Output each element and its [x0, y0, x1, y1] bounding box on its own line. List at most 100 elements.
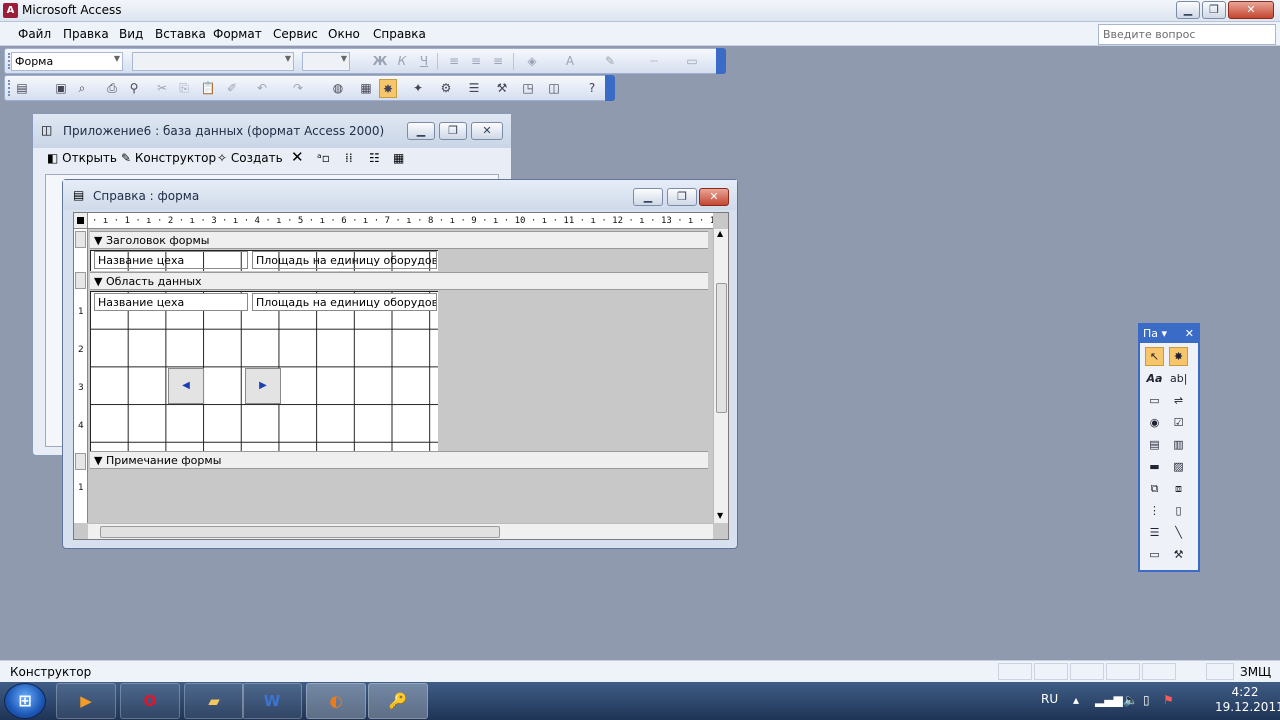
detail-section-selector[interactable]: [75, 272, 86, 289]
align-right-icon[interactable]: ≡: [489, 52, 507, 71]
rectangle-tool-icon[interactable]: ▭: [1145, 545, 1164, 564]
horizontal-ruler[interactable]: · ı · 1 · ı · 2 · ı · 3 · ı · 4 · ı · 5 …: [88, 213, 713, 229]
cut-icon[interactable]: ✂: [153, 79, 171, 98]
taskbar-access-icon[interactable]: 🔑: [368, 683, 428, 719]
menu-insert[interactable]: Вставка: [155, 27, 206, 41]
show-hidden-icons-icon[interactable]: ▴: [1073, 693, 1079, 707]
control-wizards-icon[interactable]: ✸: [1169, 347, 1188, 366]
language-indicator[interactable]: RU: [1041, 692, 1058, 706]
tab-control-icon[interactable]: ▯: [1169, 501, 1188, 520]
taskbar-media-player-icon[interactable]: ▶: [56, 683, 116, 719]
taskbar-firefox-icon[interactable]: ◐: [306, 683, 366, 719]
db-minimize-button[interactable]: ▁: [407, 122, 435, 140]
restore-button[interactable]: ❐: [1202, 1, 1226, 19]
object-select[interactable]: Форма ▼: [11, 52, 123, 71]
scroll-down-icon[interactable]: ▼: [717, 511, 723, 520]
nav-next-button[interactable]: ▶: [245, 368, 281, 404]
line-color-icon[interactable]: ✎: [601, 52, 619, 71]
form-minimize-button[interactable]: ▁: [633, 188, 663, 206]
format-painter-icon[interactable]: ✐: [223, 79, 241, 98]
nav-previous-button[interactable]: ◀: [168, 368, 204, 404]
network-icon[interactable]: ▂▄▆: [1095, 693, 1123, 707]
font-select[interactable]: ▼: [132, 52, 294, 71]
underline-button[interactable]: Ч: [415, 52, 433, 71]
paste-icon[interactable]: 📋: [199, 79, 217, 98]
unbound-object-icon[interactable]: ⧉: [1145, 479, 1164, 498]
page-break-icon[interactable]: ⋮: [1145, 501, 1164, 520]
search-icon[interactable]: ⌕: [73, 79, 91, 98]
form-header-bar[interactable]: ▼ Заголовок формы: [90, 231, 708, 249]
vertical-ruler[interactable]: 1 2 3 4 1: [74, 229, 88, 523]
subform-icon[interactable]: ☰: [1145, 523, 1164, 542]
menu-help[interactable]: Справка: [373, 27, 426, 41]
small-icons-icon[interactable]: ⁞⁞: [345, 151, 353, 165]
image-tool-icon[interactable]: ▨: [1169, 457, 1188, 476]
toolbar-options-icon[interactable]: [716, 48, 726, 74]
option-group-icon[interactable]: ▭: [1145, 391, 1164, 410]
menu-tools[interactable]: Сервис: [273, 27, 318, 41]
font-color-icon[interactable]: A: [561, 52, 579, 71]
font-size-select[interactable]: ▼: [302, 52, 350, 71]
autoformat-icon[interactable]: ✦: [409, 79, 427, 98]
select-objects-icon[interactable]: ↖: [1145, 347, 1164, 366]
header-label-area-per-equipment[interactable]: Площадь на единицу оборудования: [252, 251, 437, 269]
bold-button[interactable]: Ж: [371, 52, 389, 71]
flag-icon[interactable]: ⚑: [1163, 693, 1174, 707]
print-preview-icon[interactable]: ⚲: [125, 79, 143, 98]
print-icon[interactable]: ⎙: [103, 79, 121, 98]
menu-file[interactable]: Файл: [18, 27, 51, 41]
header-section-selector[interactable]: [75, 231, 86, 248]
fill-color-icon[interactable]: ◈: [523, 52, 541, 71]
combo-box-icon[interactable]: ▤: [1145, 435, 1164, 454]
toolbox-close-icon[interactable]: ✕: [1185, 327, 1194, 340]
special-effect-icon[interactable]: ▭: [683, 52, 701, 71]
toolbox-toggle-icon[interactable]: ✸: [379, 79, 397, 98]
footer-section-selector[interactable]: [75, 453, 86, 470]
align-center-icon[interactable]: ≡: [467, 52, 485, 71]
more-controls-icon[interactable]: ⚒: [1169, 545, 1188, 564]
list-box-icon[interactable]: ▥: [1169, 435, 1188, 454]
horizontal-scroll-thumb[interactable]: [100, 526, 500, 538]
menu-view[interactable]: Вид: [119, 27, 143, 41]
properties-icon[interactable]: ☰: [465, 79, 483, 98]
line-tool-icon[interactable]: ╲: [1169, 523, 1188, 542]
minimize-button[interactable]: ▁: [1176, 1, 1200, 19]
new-object-icon[interactable]: ◫: [545, 79, 563, 98]
details-icon[interactable]: ▦: [393, 151, 404, 165]
header-label-workshop-name[interactable]: Название цеха: [94, 251, 248, 269]
undo-icon[interactable]: ↶: [253, 79, 271, 98]
db-close-button[interactable]: ✕: [471, 122, 503, 140]
checkbox-tool-icon[interactable]: ☑: [1169, 413, 1188, 432]
code-icon[interactable]: ⚙: [437, 79, 455, 98]
list-icon[interactable]: ☷: [369, 151, 380, 165]
open-button[interactable]: ◧ Открыть: [47, 151, 117, 165]
field-list-icon[interactable]: ▦: [357, 79, 375, 98]
clock[interactable]: 4:22 19.12.2011: [1215, 685, 1280, 715]
form-maximize-button[interactable]: ❐: [667, 188, 697, 206]
help-search-input[interactable]: Введите вопрос: [1098, 24, 1276, 45]
form-footer-bar[interactable]: ▼ Примечание формы: [90, 451, 708, 469]
detail-field-workshop-name[interactable]: Название цеха: [94, 293, 248, 311]
delete-icon[interactable]: ✕: [291, 148, 304, 166]
database-window-icon[interactable]: ◳: [519, 79, 537, 98]
scroll-up-icon[interactable]: ▲: [717, 229, 723, 238]
menu-edit[interactable]: Правка: [63, 27, 109, 41]
db-maximize-button[interactable]: ❐: [439, 122, 467, 140]
device-icon[interactable]: ▯: [1143, 693, 1150, 707]
large-icons-icon[interactable]: ᵃ▫: [317, 151, 330, 165]
form-selector[interactable]: [74, 213, 88, 229]
label-tool-icon[interactable]: Aa: [1145, 369, 1164, 388]
form-close-button[interactable]: ✕: [699, 188, 729, 206]
design-button[interactable]: ✎ Конструктор: [121, 151, 216, 165]
copy-icon[interactable]: ⎘: [175, 79, 193, 98]
builder-icon[interactable]: ⚒: [493, 79, 511, 98]
taskbar-explorer-icon[interactable]: ▰: [184, 683, 244, 719]
help-icon[interactable]: ?: [583, 79, 601, 98]
detail-field-area-per-equipment[interactable]: Площадь на единицу оборудования: [252, 293, 437, 311]
option-button-icon[interactable]: ◉: [1145, 413, 1164, 432]
toolbox-titlebar[interactable]: Па ▾ ✕: [1140, 325, 1198, 343]
command-button-icon[interactable]: ▬: [1145, 457, 1164, 476]
view-icon[interactable]: ▤: [13, 79, 31, 98]
italic-button[interactable]: К: [393, 52, 411, 71]
detail-section-bar[interactable]: ▼ Область данных: [90, 272, 708, 290]
